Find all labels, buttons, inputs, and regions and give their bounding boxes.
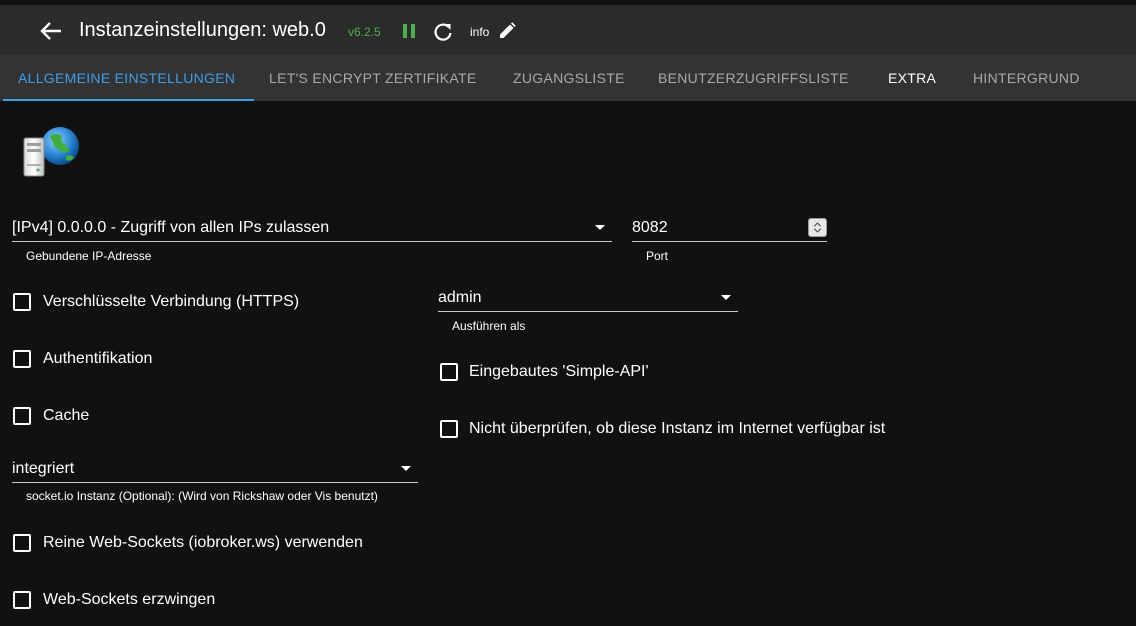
pause-icon[interactable]	[402, 23, 416, 39]
page-title: Instanzeinstellungen: web.0	[79, 19, 326, 41]
tab-bar: ALLGEMEINE EINSTELLUNGEN LET'S ENCRYPT Z…	[0, 55, 1136, 101]
port-stepper-icon[interactable]	[808, 218, 827, 237]
force-ws-label: Web-Sockets erzwingen	[43, 591, 216, 608]
https-label: Verschlüsselte Verbindung (HTTPS)	[43, 293, 300, 310]
cache-label: Cache	[43, 407, 90, 424]
auth-label: Authentifikation	[43, 350, 153, 367]
reload-icon[interactable]	[433, 22, 453, 42]
arrow-back-icon[interactable]	[40, 22, 62, 40]
run-as-value: admin	[438, 289, 482, 306]
info-label: info	[470, 25, 490, 39]
simple-api-label: Eingebautes 'Simple-API'	[469, 363, 649, 380]
bind-ip-helper: Gebundene IP-Adresse	[26, 249, 152, 263]
web-adapter-logo	[23, 127, 79, 177]
bind-ip-value: [IPv4] 0.0.0.0 - Zugriff von allen IPs z…	[12, 219, 330, 236]
pencil-icon[interactable]	[498, 22, 516, 40]
port-input[interactable]: 8082	[632, 214, 827, 242]
tab-zugangsliste[interactable]: ZUGANGSLISTE	[513, 55, 625, 101]
tab-hintergrund[interactable]: HINTERGRUND	[973, 55, 1080, 101]
chevron-down-icon	[595, 225, 605, 230]
no-check-label: Nicht überprüfen, ob diese Instanz im In…	[469, 420, 886, 437]
pure-ws-label: Reine Web-Sockets (iobroker.ws) verwende…	[43, 534, 363, 551]
tab-benutzerzugriffsliste[interactable]: BENUTZERZUGRIFFSLISTE	[658, 55, 849, 101]
force-ws-checkbox[interactable]	[13, 591, 31, 609]
run-as-helper: Ausführen als	[452, 319, 526, 333]
simple-api-checkbox[interactable]	[440, 363, 458, 381]
auth-checkbox[interactable]	[13, 350, 31, 368]
chevron-down-icon	[721, 295, 731, 300]
port-helper: Port	[646, 249, 669, 263]
socketio-select[interactable]: integriert	[12, 455, 418, 483]
run-as-select[interactable]: admin	[438, 284, 738, 312]
https-checkbox[interactable]	[13, 293, 31, 311]
tab-lets-encrypt[interactable]: LET'S ENCRYPT ZERTIFIKATE	[269, 55, 477, 101]
bind-ip-select[interactable]: [IPv4] 0.0.0.0 - Zugriff von allen IPs z…	[12, 214, 612, 242]
pure-ws-checkbox[interactable]	[13, 534, 31, 552]
cache-checkbox[interactable]	[13, 407, 31, 425]
chevron-down-icon	[401, 466, 411, 471]
tab-allgemeine-einstellungen[interactable]: ALLGEMEINE EINSTELLUNGEN	[18, 55, 235, 101]
port-value: 8082	[632, 219, 668, 236]
version-badge: v6.2.5	[348, 25, 381, 39]
socketio-helper: socket.io Instanz (Optional): (Wird von …	[26, 489, 378, 503]
header-bar: Instanzeinstellungen: web.0 v6.2.5 info	[0, 5, 1136, 55]
active-tab-indicator	[3, 99, 254, 101]
no-check-checkbox[interactable]	[440, 420, 458, 438]
tab-extra[interactable]: EXTRA	[888, 55, 936, 101]
socketio-value: integriert	[12, 460, 75, 477]
